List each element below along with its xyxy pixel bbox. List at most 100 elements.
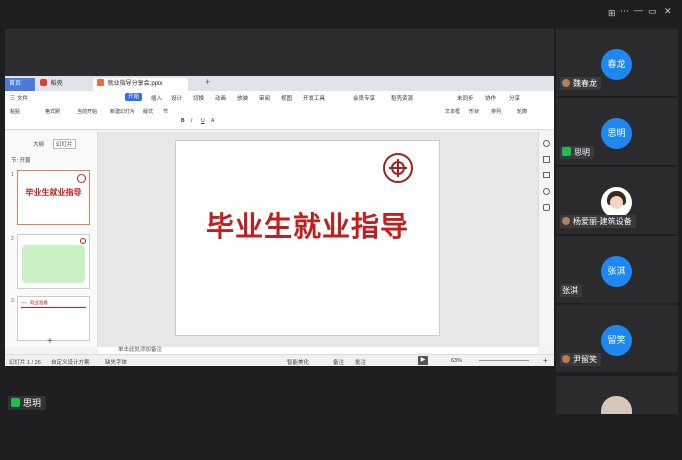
image-icon[interactable]: [543, 172, 550, 178]
zoom-in-icon[interactable]: +: [543, 356, 548, 365]
menu-review[interactable]: 审阅: [259, 94, 270, 102]
tab-wps[interactable]: 稻壳: [36, 78, 88, 91]
menu-design[interactable]: 设计: [171, 94, 182, 102]
menu-start[interactable]: 开始: [125, 93, 143, 101]
collab-button[interactable]: 协作: [485, 94, 496, 102]
layout-button[interactable]: 版式: [143, 108, 153, 115]
thumb-title: 一、就业准备: [21, 300, 48, 305]
participant-tile[interactable]: 杨爱丽-建筑设备: [556, 167, 678, 234]
thumb-num: 3: [11, 298, 14, 304]
avatar: 留笑: [601, 325, 632, 356]
menu-resources[interactable]: 稻壳资源: [391, 94, 413, 102]
ppt-icon: [97, 79, 104, 86]
logo-icon: [80, 238, 86, 244]
play-from-current-button[interactable]: 当前开始: [77, 108, 97, 115]
thumb-num: 1: [11, 172, 14, 178]
tab-home[interactable]: 首页: [5, 78, 35, 91]
name-tag: 尹留笑: [560, 353, 601, 366]
zoom-slider[interactable]: [479, 360, 529, 361]
section-button[interactable]: 节: [163, 108, 168, 115]
thumb-line: [21, 307, 86, 308]
slide-count: 幻灯片 1 / 26: [9, 360, 41, 366]
participant-name: 杨爱丽-建筑设备: [573, 217, 632, 226]
play-icon[interactable]: ▶: [418, 356, 428, 365]
wps-logo-icon: [40, 79, 47, 86]
slide-title: 毕业生就业指导: [205, 210, 409, 243]
italic-icon[interactable]: I: [191, 118, 192, 124]
design-scheme[interactable]: 自定义设计方案: [51, 358, 90, 366]
underline-icon[interactable]: U: [201, 118, 205, 124]
comments-toggle[interactable]: 批注: [355, 358, 366, 366]
speaker-name: 思玥: [23, 398, 42, 408]
wps-window: 首页 稻壳 就业指导分享会.pptx + 三 文件 开始 插入 设计 切换 动画…: [5, 76, 554, 366]
tab-bar: 首页 稻壳 就业指导分享会.pptx +: [5, 76, 554, 91]
slide-editor: 毕业生就业指导: [98, 132, 538, 347]
notes-toggle[interactable]: 备注: [333, 358, 344, 366]
close-button[interactable]: ✕: [664, 6, 672, 17]
notes-placeholder: 单击此处添加备注: [118, 347, 163, 353]
tab-wps-label: 稻壳: [50, 81, 63, 87]
menu-file[interactable]: 三 文件: [10, 94, 28, 102]
avatar-photo: [601, 187, 632, 218]
sync-status[interactable]: 未同步: [457, 94, 474, 102]
menu-view[interactable]: 视图: [281, 94, 292, 102]
add-slide-icon[interactable]: +: [47, 336, 53, 347]
participant-tile[interactable]: 春龙 魏春龙: [556, 29, 678, 96]
notes-bar[interactable]: 单击此处添加备注: [98, 347, 538, 354]
bold-icon[interactable]: B: [181, 118, 185, 124]
maximize-button[interactable]: ▭: [648, 6, 657, 17]
section-label: 节: 开篇: [11, 158, 31, 164]
participant-name: 尹留笑: [573, 355, 597, 364]
thumb-title: 毕业生就业指导: [25, 188, 82, 197]
help-icon[interactable]: [543, 188, 550, 195]
menu-transition[interactable]: 切换: [193, 94, 204, 102]
participant-tile[interactable]: 思明 思明: [556, 98, 678, 165]
pin-icon[interactable]: [543, 156, 550, 163]
participant-tile[interactable]: 留笑 尹留笑: [556, 305, 678, 372]
share-icon[interactable]: [543, 204, 550, 211]
format-painter-button[interactable]: 格式刷: [45, 108, 60, 115]
more-icon[interactable]: ⋯: [620, 6, 629, 17]
participant-tile[interactable]: 张淇 张淇: [556, 236, 678, 303]
name-tag: 张淇: [560, 284, 582, 297]
grid-icon[interactable]: ⊞: [608, 8, 616, 19]
slide-thumb-3[interactable]: 一、就业准备: [17, 296, 90, 341]
shape-button[interactable]: 形状: [469, 108, 479, 115]
menu-slideshow[interactable]: 放映: [237, 94, 248, 102]
tab-outline[interactable]: 大纲: [33, 140, 44, 148]
new-slide-button[interactable]: 新建幻灯片: [110, 108, 135, 115]
mic-muted-icon: [562, 217, 570, 225]
beautify-button[interactable]: 智能美化: [287, 358, 309, 366]
participant-name: 张淇: [562, 286, 578, 295]
minimize-button[interactable]: —: [634, 5, 643, 15]
right-toolbar: [538, 132, 554, 347]
tab-slides[interactable]: 幻灯片: [53, 139, 76, 149]
menu-animation[interactable]: 动画: [215, 94, 226, 102]
menu-insert[interactable]: 插入: [151, 94, 162, 102]
avatar: 春龙: [601, 49, 632, 80]
settings-icon[interactable]: [543, 140, 550, 147]
zoom-level: 63%: [451, 358, 463, 364]
participant-tile-partial[interactable]: [556, 376, 678, 414]
menu-member[interactable]: 会员专享: [353, 94, 375, 102]
speaker-name-tag: 思玥: [8, 396, 47, 410]
new-tab-icon[interactable]: +: [205, 77, 210, 87]
slide-thumb-2[interactable]: [17, 234, 90, 289]
menu-devtools[interactable]: 开发工具: [303, 94, 325, 102]
tab-document[interactable]: 就业指导分享会.pptx: [93, 78, 188, 91]
missing-fonts[interactable]: 缺失字体: [105, 358, 127, 366]
paste-button[interactable]: 粘贴: [10, 108, 20, 115]
arrange-button[interactable]: 排列: [491, 108, 501, 115]
current-slide[interactable]: 毕业生就业指导: [175, 140, 440, 336]
mic-active-icon: [11, 398, 20, 407]
share-button[interactable]: 分享: [509, 94, 520, 102]
name-tag: 思明: [560, 146, 594, 159]
textbox-button[interactable]: 文本框: [445, 108, 460, 115]
participant-name: 思明: [574, 148, 590, 157]
outline-button[interactable]: 轮廓: [517, 108, 527, 115]
avatar: 张淇: [601, 256, 632, 287]
thumb-num: 2: [11, 236, 14, 242]
font-color-icon[interactable]: A: [211, 118, 214, 124]
slide-thumb-1[interactable]: 毕业生就业指导: [17, 170, 90, 225]
avatar: 思明: [601, 118, 632, 149]
